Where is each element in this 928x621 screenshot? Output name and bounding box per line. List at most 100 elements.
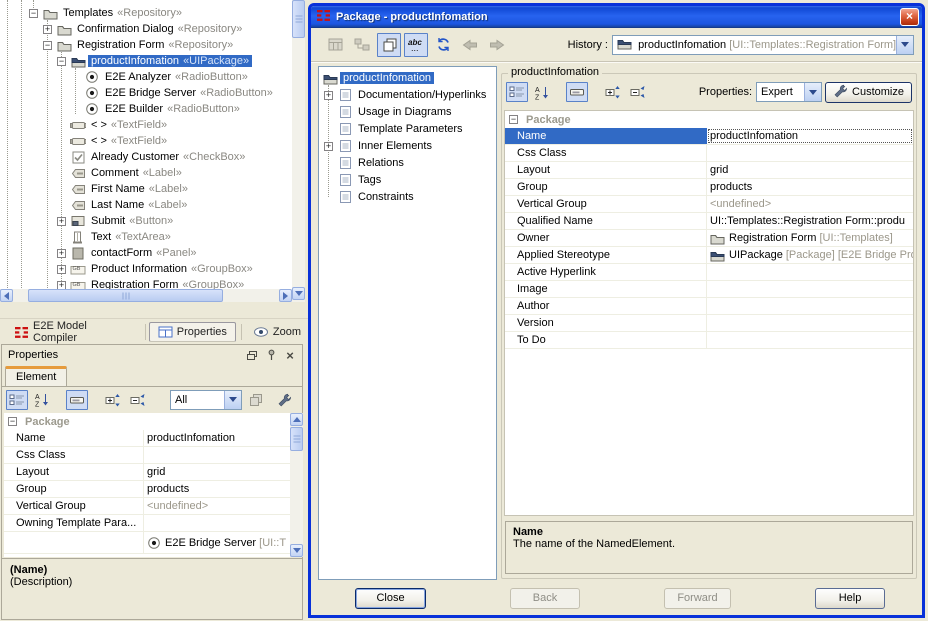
abc-button[interactable]: abc... [404,33,428,57]
tree-item-label[interactable]: Text«TextArea» [88,231,174,243]
tree-expander-minus[interactable]: − [57,57,66,66]
property-row[interactable]: Owning Template Para... [4,515,290,532]
tree-row[interactable]: Tags [319,172,384,188]
tree-item-label[interactable]: productInfomation«UIPackage» [88,55,252,67]
property-value[interactable] [144,447,290,463]
float-icon[interactable] [244,348,260,362]
tree-expander-plus[interactable]: + [57,265,66,274]
scrollbar-thumb[interactable] [292,0,305,38]
property-row[interactable]: OwnerRegistration Form [UI::Templates] [505,230,913,247]
sort-alpha-button[interactable]: AZ [531,82,553,102]
property-row[interactable]: Layoutgrid [4,464,290,481]
sort-alpha-button[interactable]: AZ [31,390,53,410]
tree-row[interactable]: + Confirmation Dialog«Repository» [0,21,245,37]
tree-row[interactable]: + Inner Elements [319,138,435,154]
property-value[interactable] [707,145,913,161]
tree-expander-plus[interactable]: + [324,142,333,151]
tree-row[interactable]: productInfomation [319,70,434,86]
property-row[interactable]: To Do [505,332,913,349]
customize-button[interactable]: Customize [825,82,912,103]
property-row[interactable]: Groupproducts [505,179,913,196]
property-row[interactable]: NameproductInfomation [505,128,913,145]
dropdown-arrow-icon[interactable] [896,36,913,54]
nav-back-button[interactable] [458,33,482,57]
show-fields-button[interactable] [66,390,88,410]
tree-item-label[interactable]: Last Name«Label» [88,199,190,211]
tree-row[interactable]: E2E Analyzer«RadioButton» [0,69,251,85]
grid-view-button[interactable] [323,33,347,57]
tree-horizontal-scrollbar[interactable] [0,289,292,302]
property-value[interactable]: <undefined> [707,196,913,212]
tree-item-label[interactable]: Product Information«GroupBox» [88,263,256,275]
tab-element[interactable]: Element [5,366,67,386]
tree-expander-plus[interactable]: + [57,217,66,226]
property-group-header[interactable]: −Package [505,111,913,128]
view-tab-e2e-model-compiler[interactable]: E2E Model Compiler [6,317,140,347]
tree-row[interactable]: Last Name«Label» [0,197,190,213]
tree-row[interactable]: + Documentation/Hyperlinks [319,87,489,103]
property-row[interactable]: Vertical Group<undefined> [4,498,290,515]
tree-row[interactable]: Template Parameters [319,121,466,137]
help-button[interactable]: Help [815,588,885,609]
tree-row[interactable]: Comment«Label» [0,165,185,181]
property-row[interactable]: Qualified NameUI::Templates::Registratio… [505,213,913,230]
tree-row[interactable]: Usage in Diagrams [319,104,455,120]
tree-item-label[interactable]: Comment«Label» [88,167,185,179]
property-row[interactable]: Css Class [4,447,290,464]
property-value[interactable]: grid [144,464,290,480]
tree-expander-minus[interactable]: − [8,417,17,426]
copy-view-button[interactable] [377,33,401,57]
dialog-title-bar[interactable]: Package - productInfomation × [311,6,922,28]
properties-mode-dropdown[interactable]: Expert [756,82,822,102]
tree-item-label[interactable]: Confirmation Dialog«Repository» [74,23,245,35]
tree-item-label[interactable]: Documentation/Hyperlinks [355,89,489,101]
filter-dropdown[interactable]: All [170,390,242,410]
tree-row[interactable]: −Templates«Repository» [0,5,185,21]
expand-all-button[interactable] [101,390,123,410]
property-group-header[interactable]: −Package [4,413,290,430]
tree-expander-plus[interactable]: + [43,25,52,34]
tree-row[interactable]: < >«TextField» [0,133,170,149]
tree-row[interactable]: +contactForm«Panel» [0,245,200,261]
expand-all-button[interactable] [601,82,623,102]
scroll-down-button[interactable] [292,287,305,300]
view-tab-zoom[interactable]: Zoom [245,323,309,341]
tree-item-label[interactable]: productInfomation [340,72,434,84]
property-value[interactable]: products [707,179,913,195]
tree-item-label[interactable]: Usage in Diagrams [355,106,455,118]
property-row[interactable]: Css Class [505,145,913,162]
collapse-all-button[interactable] [626,82,648,102]
tree-item-label[interactable]: Inner Elements [355,140,435,152]
scrollbar-thumb[interactable] [28,289,223,302]
view-tab-properties[interactable]: Properties [149,322,236,342]
tree-item-label[interactable]: Already Customer«CheckBox» [88,151,248,163]
tree-item-label[interactable]: Templates«Repository» [60,7,185,19]
property-value[interactable]: UI::Templates::Registration Form::produ [707,213,913,229]
tree-item-label[interactable]: First Name«Label» [88,183,191,195]
tree-expander-plus[interactable]: + [324,91,333,100]
property-row[interactable]: Vertical Group<undefined> [505,196,913,213]
pin-icon[interactable] [263,348,279,362]
property-value[interactable]: products [144,481,290,497]
property-value[interactable]: E2E Bridge Server [UI::T [144,532,290,553]
tree-row[interactable]: Relations [319,155,407,171]
dropdown-arrow-icon[interactable] [224,391,241,409]
dropdown-arrow-icon[interactable] [804,83,821,101]
property-value[interactable] [707,298,913,314]
tree-item-label[interactable]: < >«TextField» [88,135,170,147]
refresh-button[interactable] [431,33,455,57]
tree-row[interactable]: < >«TextField» [0,117,170,133]
tree-expander-minus[interactable]: − [509,115,518,124]
tree-row[interactable]: E2E Builder«RadioButton» [0,101,243,117]
tree-item-label[interactable]: E2E Builder«RadioButton» [102,103,243,115]
property-row[interactable]: Version [505,315,913,332]
scroll-up-button[interactable] [290,413,303,426]
property-row[interactable]: Groupproducts [4,481,290,498]
tree-row[interactable]: First Name«Label» [0,181,191,197]
property-value[interactable] [707,281,913,297]
property-value[interactable]: productInfomation [144,430,290,446]
property-value[interactable] [707,315,913,331]
tree-view-button[interactable] [350,33,374,57]
categorized-view-button[interactable] [6,390,28,410]
tree-item-label[interactable]: contactForm«Panel» [88,247,200,259]
